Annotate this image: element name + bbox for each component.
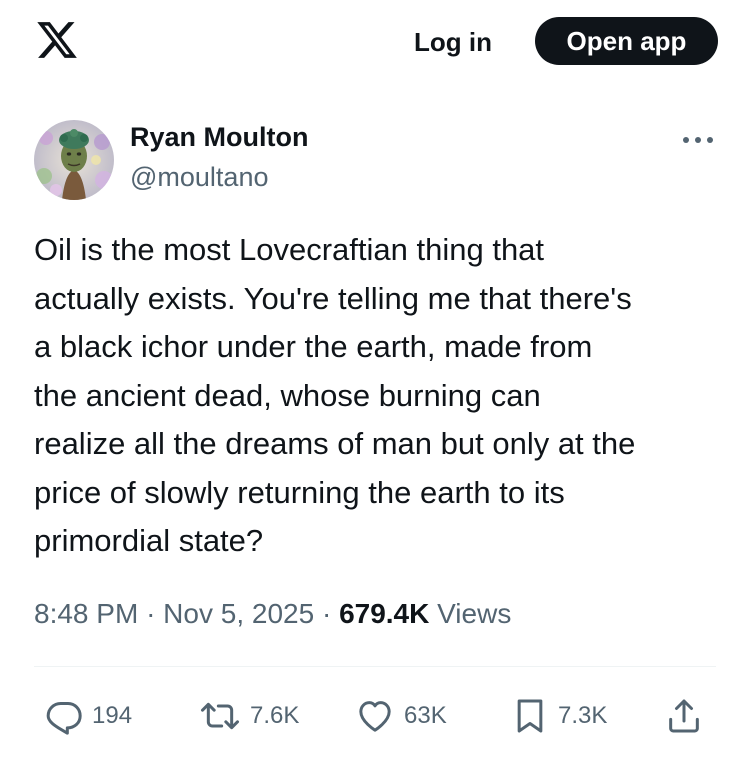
repost-count: 7.6K	[250, 702, 300, 729]
post-time[interactable]: 8:48 PM	[34, 598, 138, 629]
avatar[interactable]	[34, 120, 114, 200]
heart-icon	[354, 696, 396, 736]
share-button[interactable]	[664, 696, 704, 736]
author-handle[interactable]: @moultano	[130, 162, 268, 193]
author-name[interactable]: Ryan Moulton	[130, 122, 308, 153]
views-label: Views	[437, 598, 512, 629]
divider	[34, 666, 716, 667]
reply-button[interactable]: 194	[44, 696, 132, 736]
post-author: Ryan Moulton @moultano	[34, 118, 724, 202]
x-logo-icon[interactable]	[34, 18, 80, 62]
views-count: 679.4K	[339, 598, 430, 629]
like-count: 63K	[404, 702, 447, 729]
share-icon	[664, 696, 704, 736]
repost-icon	[198, 696, 242, 736]
post-date[interactable]: Nov 5, 2025	[163, 598, 314, 629]
post-metadata: 8:48 PM · Nov 5, 2025 · 679.4K Views	[34, 594, 511, 634]
bookmark-icon	[510, 696, 550, 736]
reply-icon	[44, 696, 84, 736]
meta-separator: ·	[146, 598, 156, 629]
login-link[interactable]: Log in	[414, 22, 492, 62]
open-app-button[interactable]: Open app	[535, 17, 718, 65]
bookmark-count: 7.3K	[558, 702, 608, 729]
meta-separator: ·	[321, 598, 332, 629]
repost-button[interactable]: 7.6K	[198, 696, 299, 736]
post-text: Oil is the most Lovecraftian thing that …	[34, 232, 636, 558]
like-button[interactable]: 63K	[354, 696, 447, 736]
reply-count: 194	[92, 702, 133, 729]
bookmark-button[interactable]: 7.3K	[510, 696, 607, 736]
more-options-icon[interactable]	[680, 128, 716, 152]
top-bar: Log in Open app	[0, 0, 750, 84]
